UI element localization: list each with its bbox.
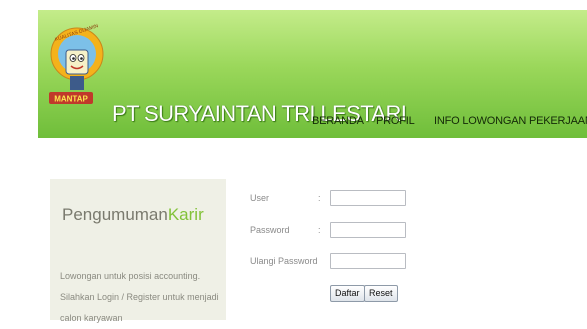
repeat-password-input[interactable]: [330, 253, 406, 269]
announcement-title-main: Pengumuman: [62, 205, 168, 224]
nav-item-profil[interactable]: PROFIL: [376, 115, 415, 127]
nav-item-beranda[interactable]: BERANDA: [312, 115, 364, 127]
announcement-panel: PengumumanKarir Lowongan untuk posisi ac…: [50, 179, 226, 323]
repeat-password-label: Ulangi Password: [250, 256, 318, 266]
register-button[interactable]: Daftar: [330, 285, 365, 302]
announcement-title-accent: Karir: [167, 205, 204, 224]
password-label: Password: [250, 225, 290, 235]
user-label: User: [250, 193, 270, 203]
logo-badge-text: MANTAP: [54, 95, 88, 104]
user-input[interactable]: [330, 190, 406, 206]
reset-button[interactable]: Reset: [364, 285, 398, 302]
mascot-logo-icon[interactable]: MANTAP KUALITAS DIJAMIN: [48, 20, 106, 112]
password-input[interactable]: [330, 222, 406, 238]
password-colon: :: [318, 225, 321, 235]
announcement-title: PengumumanKarir: [62, 205, 204, 225]
user-colon: :: [318, 193, 321, 203]
nav-item-info-lowongan[interactable]: INFO LOWONGAN PEKERJAAN: [434, 115, 587, 127]
